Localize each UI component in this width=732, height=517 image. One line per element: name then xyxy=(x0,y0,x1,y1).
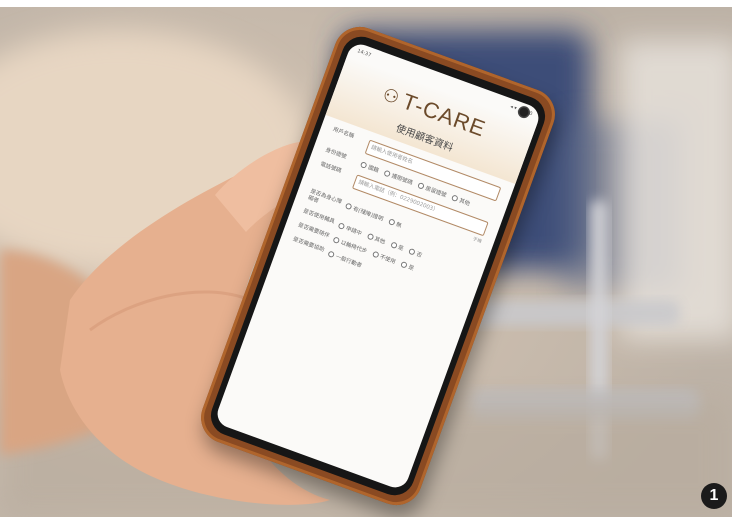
radio-icon xyxy=(389,241,398,249)
q2-option-yes[interactable]: 是 xyxy=(389,240,404,252)
radio-icon xyxy=(400,260,408,269)
radio-icon xyxy=(371,250,380,259)
q2-option-other[interactable]: 其他 xyxy=(366,232,387,246)
radio-icon xyxy=(451,194,459,203)
id-option-residence[interactable]: 居留證號 xyxy=(417,181,448,199)
radio-icon xyxy=(417,182,425,190)
name-label: 用戶名稱 xyxy=(331,126,355,140)
q2-option-no[interactable]: 否 xyxy=(408,247,423,259)
q3-option-yes[interactable]: 是 xyxy=(400,260,415,272)
figure-number-badge: 1 xyxy=(701,483,727,509)
radio-icon xyxy=(387,218,396,226)
radio-icon xyxy=(332,236,341,245)
q1-option-no[interactable]: 無 xyxy=(387,217,402,229)
person-pair-icon: ⚇ xyxy=(379,83,403,109)
radio-icon xyxy=(337,222,346,230)
q3-row: 是否需要陪伴 以輪椅代步 不使用 是 xyxy=(296,222,466,290)
id-option-nationality[interactable]: 國籍 xyxy=(359,160,380,174)
id-option-passport[interactable]: 護照號碼 xyxy=(383,169,414,187)
radio-icon xyxy=(366,232,374,241)
radio-icon xyxy=(327,250,336,259)
radio-icon xyxy=(383,169,392,178)
q2-option-applying[interactable]: 申請中 xyxy=(337,221,363,237)
photo-scene: 14:37 ◂ ▾ ◢ 100 ⚇ T-CARE 使用顧客資料 用戶名稱 請輸入… xyxy=(0,0,732,517)
id-option-other[interactable]: 其他 xyxy=(451,193,472,207)
q3-option-none[interactable]: 不使用 xyxy=(371,250,397,266)
radio-icon xyxy=(344,202,353,211)
top-strip xyxy=(0,0,732,7)
status-time: 14:37 xyxy=(356,48,372,59)
radio-icon xyxy=(408,247,416,256)
radio-icon xyxy=(359,161,368,169)
